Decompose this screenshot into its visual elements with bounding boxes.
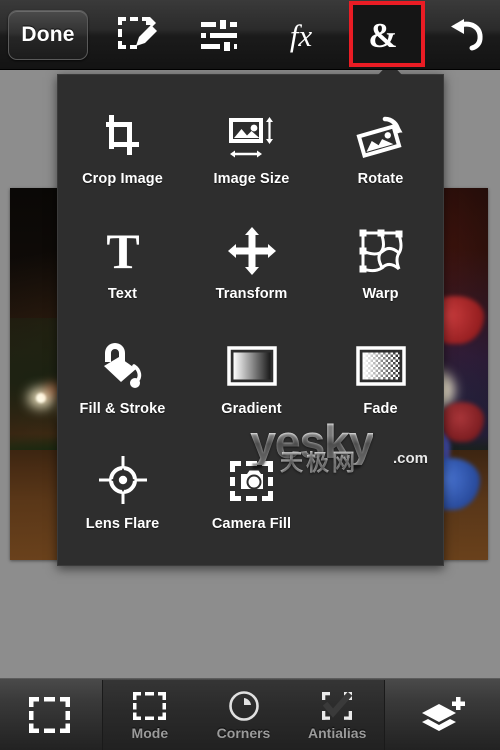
menu-item-label: Rotate [357, 171, 404, 187]
menu-item-label: Transform [215, 286, 288, 302]
addons-menu-panel[interactable]: Crop Image Image Size Rotate T Text Tran… [57, 74, 444, 566]
warp-grid-icon [349, 222, 413, 280]
menu-item-label: Fade [363, 401, 398, 417]
checkmark-antialias-icon [321, 690, 353, 722]
fade-checker-icon [349, 337, 413, 395]
menu-item-label: Image Size [213, 171, 290, 187]
menu-item-gradient[interactable]: Gradient [187, 323, 316, 438]
menu-item-fill-and-stroke[interactable]: Fill & Stroke [58, 323, 187, 438]
menu-item-label: Lens Flare [85, 516, 160, 532]
menu-item-transform[interactable]: Transform [187, 208, 316, 323]
ampersand-label: & [368, 15, 398, 55]
menu-item-fade[interactable]: Fade [316, 323, 445, 438]
bottom-option-label: Mode [131, 724, 169, 741]
menu-item-rotate[interactable]: Rotate [316, 93, 445, 208]
menu-item-warp[interactable]: Warp [316, 208, 445, 323]
lens-flare-icon [91, 452, 155, 510]
bottom-option-corners[interactable]: Corners [197, 680, 291, 750]
add-layer-icon[interactable] [386, 680, 500, 750]
menu-item-crop-image[interactable]: Crop Image [58, 93, 187, 208]
fx-label: fx [289, 17, 313, 53]
done-button[interactable]: Done [8, 10, 88, 60]
menu-item-label: Gradient [221, 401, 282, 417]
menu-item-image-size[interactable]: Image Size [187, 93, 316, 208]
menu-item-text[interactable]: T Text [58, 208, 187, 323]
svg-text:T: T [106, 224, 139, 278]
gradient-icon [220, 337, 284, 395]
photo-lantern [36, 393, 46, 403]
menu-item-label: Camera Fill [211, 516, 292, 532]
image-size-icon [220, 107, 284, 165]
marquee-dashed-icon [132, 690, 168, 722]
menu-item-camera-fill[interactable]: Camera Fill [187, 438, 316, 553]
menu-item-label: Warp [362, 286, 399, 302]
undo-arrow-icon[interactable] [434, 8, 496, 62]
menu-item-label: Text [107, 286, 138, 302]
menu-item-label: Crop Image [82, 171, 163, 187]
rounded-corner-icon [228, 690, 260, 722]
menu-item-label: Fill & Stroke [79, 401, 166, 417]
camera-fill-icon [220, 452, 284, 510]
bottom-option-label: Antialias [308, 724, 367, 741]
photo-balloon [440, 402, 484, 442]
marquee-selection-icon[interactable] [0, 680, 102, 750]
bottom-option-label: Corners [216, 724, 271, 741]
transform-move-icon [220, 222, 284, 280]
addons-menu-grid: Crop Image Image Size Rotate T Text Tran… [58, 93, 445, 553]
bottom-tool-options-group: Mode Corners Antialias [102, 680, 385, 750]
bottom-toolbar: Mode Corners Antialias [0, 678, 500, 750]
sliders-icon[interactable] [188, 8, 250, 62]
selection-pencil-icon[interactable] [106, 8, 168, 62]
paint-bucket-icon [91, 337, 155, 395]
fx-icon[interactable]: fx [270, 8, 332, 62]
ampersand-icon[interactable]: & [352, 8, 414, 62]
rotate-icon [349, 107, 413, 165]
top-toolbar: Done fx & [0, 0, 500, 70]
bottom-option-mode[interactable]: Mode [103, 680, 197, 750]
menu-item-lens-flare[interactable]: Lens Flare [58, 438, 187, 553]
bottom-option-antialias[interactable]: Antialias [290, 680, 384, 750]
text-t-icon: T [91, 222, 155, 280]
crop-icon [91, 107, 155, 165]
